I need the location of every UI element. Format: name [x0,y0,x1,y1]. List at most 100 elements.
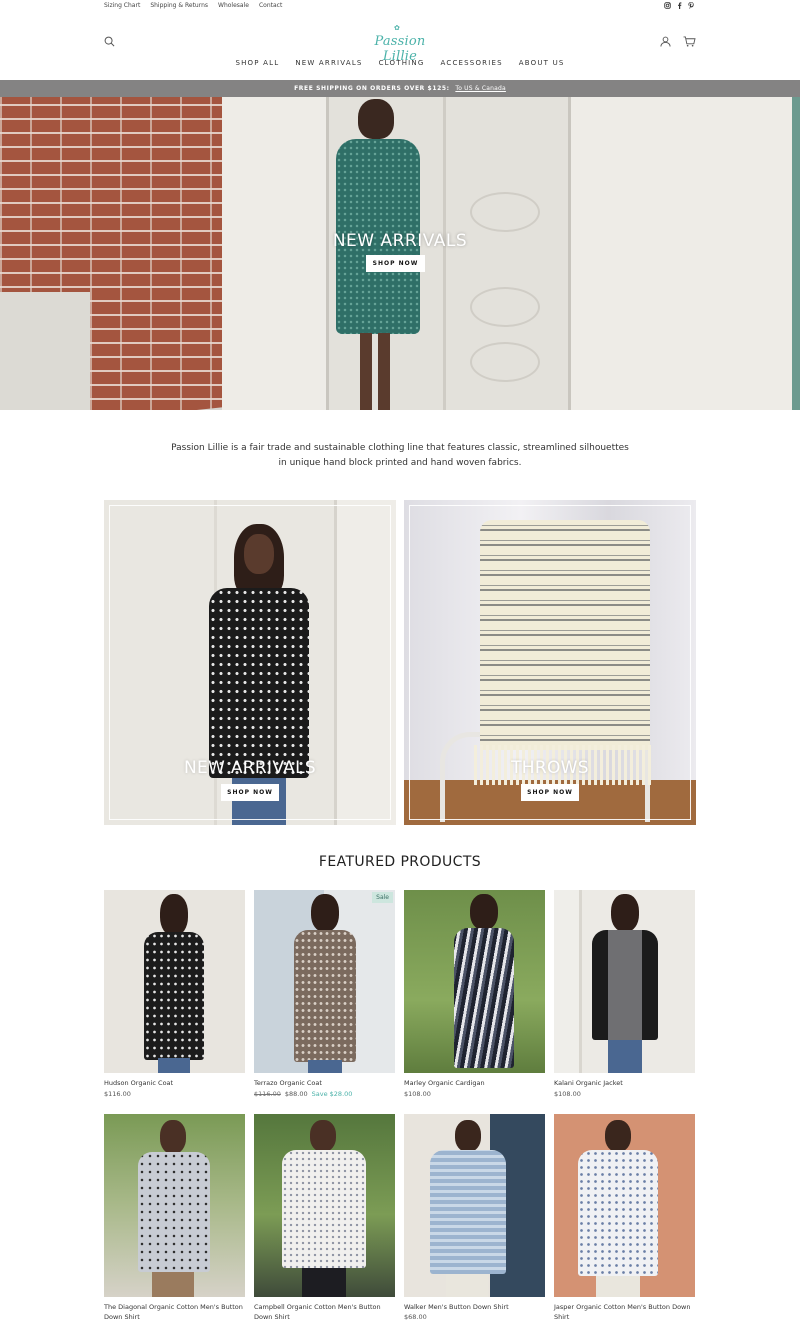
sizing-chart-link[interactable]: Sizing Chart [104,2,140,9]
nav-new-arrivals[interactable]: NEW ARRIVALS [295,59,362,67]
nav-about-us[interactable]: ABOUT US [519,59,565,67]
model-cardigan [454,928,514,1068]
model-head [160,894,188,936]
shipping-returns-link[interactable]: Shipping & Returns [150,2,208,9]
door-carving [470,192,540,232]
nav-accessories[interactable]: ACCESSORIES [441,59,503,67]
model-pants [446,1274,488,1297]
hero-banner[interactable]: NEW ARRIVALS SHOP NOW [0,97,800,410]
social-links [664,2,694,11]
product-model [292,894,358,1073]
cart-icon[interactable] [683,32,697,47]
price-value: $116.00 [104,1090,131,1098]
sale-price: $88.00 [284,1090,308,1098]
door-carving [470,342,540,382]
model-jacket [592,930,658,1040]
logo-flower-icon: ✿ [394,24,400,32]
product-name[interactable]: Hudson Organic Coat [104,1078,245,1088]
product-price: $108.00 [554,1090,581,1098]
site-logo[interactable]: ✿ Passion Lillie [364,24,436,64]
model-head [160,1120,186,1154]
product-price: $108.00 [404,1090,431,1098]
model-shirt [430,1150,506,1274]
hero-shop-now-button[interactable]: SHOP NOW [366,255,425,272]
product-name[interactable]: The Diagonal Organic Cotton Men's Button… [104,1302,245,1322]
announcement-bar: FREE SHIPPING ON ORDERS OVER $125: To US… [0,80,800,97]
site-header: ✿ Passion Lillie SHOP ALL NEW ARRIVALS C… [0,12,800,80]
hero-model-head [358,99,394,139]
model-coat [144,932,204,1060]
instagram-icon[interactable] [664,2,671,11]
product-model [576,1120,660,1297]
product-model [142,894,206,1073]
product-name[interactable]: Marley Organic Cardigan [404,1078,545,1088]
model-shirt [282,1150,366,1268]
brand-intro: Passion Lillie is a fair trade and susta… [171,443,629,468]
search-icon[interactable] [104,32,116,47]
door-carving [470,287,540,327]
hero-title: NEW ARRIVALS [332,231,468,251]
collection-shop-now-button[interactable]: SHOP NOW [221,784,279,801]
hero-model-legs [360,333,390,410]
product-image[interactable] [254,1114,395,1297]
model-head [455,1120,481,1152]
product-name[interactable]: Jasper Organic Cotton Men's Button Down … [554,1302,695,1322]
product-image[interactable] [404,1114,545,1297]
account-icon[interactable] [660,32,672,47]
product-name[interactable]: Terrazo Organic Coat [254,1078,395,1088]
product-name[interactable]: Campbell Organic Cotton Men's Button Dow… [254,1302,395,1322]
price-value: $108.00 [404,1090,431,1098]
model-pants [596,1276,640,1297]
hero-ledge [0,292,90,410]
product-image[interactable]: Sale [254,890,395,1073]
collection-title: NEW ARRIVALS [184,758,316,778]
save-amount: Save $28.00 [311,1090,353,1098]
model-shirt [578,1150,658,1276]
model-coat [294,930,356,1062]
nav-clothing[interactable]: CLOTHING [379,59,425,67]
product-price: $116.00 $88.00 Save $28.00 [254,1090,352,1098]
product-model [280,1120,368,1297]
featured-products-title: FEATURED PRODUCTS [318,854,482,870]
hero-model [336,97,420,410]
product-image[interactable] [554,890,695,1073]
collection-throws[interactable]: THROWS SHOP NOW [404,500,696,825]
product-image[interactable] [104,1114,245,1297]
product-model [136,1120,212,1297]
product-image[interactable] [404,890,545,1073]
product-name[interactable]: Kalani Organic Jacket [554,1078,695,1088]
pinterest-icon[interactable] [688,2,694,11]
hero-edge [792,97,800,410]
model-head [311,894,339,932]
product-image[interactable] [104,890,245,1073]
product-model [590,894,660,1073]
compare-price: $116.00 [254,1090,281,1098]
wholesale-link[interactable]: Wholesale [218,2,249,9]
model-head [611,894,639,932]
nav-shop-all[interactable]: SHOP ALL [235,59,279,67]
model-jeans [608,1040,642,1073]
model-pants [302,1268,346,1297]
model-jeans [158,1058,190,1073]
product-model [428,1120,508,1297]
facebook-icon[interactable] [677,2,682,11]
product-image[interactable] [554,1114,695,1297]
model-head [470,894,498,930]
model-head [310,1120,336,1152]
product-model [452,894,516,1073]
collection-new-arrivals[interactable]: NEW ARRIVALS SHOP NOW [104,500,396,825]
main-nav: SHOP ALL NEW ARRIVALS CLOTHING ACCESSORI… [0,59,800,67]
sale-badge: Sale [372,892,393,903]
price-value: $108.00 [554,1090,581,1098]
announcement-text: FREE SHIPPING ON ORDERS OVER $125: [294,85,450,92]
collection-shop-now-button[interactable]: SHOP NOW [521,784,579,801]
product-name[interactable]: Walker Men's Button Down Shirt [404,1302,545,1312]
model-head [605,1120,631,1152]
model-jeans [308,1060,342,1073]
product-price: $116.00 [104,1090,131,1098]
model-shirt [138,1152,210,1272]
utility-links: Sizing Chart Shipping & Returns Wholesal… [104,2,282,9]
contact-link[interactable]: Contact [259,2,282,9]
collection-title: THROWS [511,758,589,778]
announcement-link[interactable]: To US & Canada [455,85,506,92]
